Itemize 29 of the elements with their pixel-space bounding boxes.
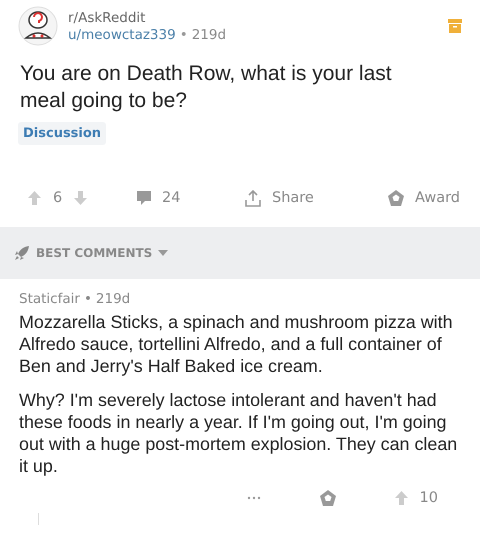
comments-button[interactable]: 24 <box>136 190 244 206</box>
subreddit-link[interactable]: r/AskReddit <box>68 10 438 26</box>
separator-dot: • <box>84 291 92 307</box>
upvote-icon[interactable] <box>394 491 408 505</box>
post-age: 219d <box>192 26 226 42</box>
caret-icon <box>158 250 168 256</box>
share-button[interactable]: Share <box>244 189 352 207</box>
comment-score: 10 <box>420 490 438 506</box>
rocket-icon <box>14 245 30 261</box>
award-icon[interactable] <box>318 489 337 507</box>
comment-author[interactable]: Staticfair <box>19 291 80 307</box>
archive-icon[interactable] <box>448 19 462 33</box>
comment-text: Mozzarella Sticks, a spinach and mushroom pizza with Alfredo sauce, tortellini Alfredo, and a full container of Ben and Jerry's Half Baked ice cream. <box>19 311 454 377</box>
speech-bubble-icon <box>136 190 152 206</box>
post-title: You are on Death Row, what is your last meal going to be? <box>20 61 393 114</box>
subreddit-avatar-icon <box>18 6 58 46</box>
award-button[interactable]: Award <box>352 189 460 207</box>
more-icon[interactable] <box>246 496 261 500</box>
sort-dropdown[interactable]: BEST COMMENTS <box>14 245 168 261</box>
comment-age: 219d <box>96 291 130 307</box>
downvote-icon[interactable] <box>74 191 88 205</box>
share-icon <box>244 189 262 207</box>
username-link[interactable]: u/meowctaz339 <box>68 26 176 42</box>
comment-text: Why? I'm severely lactose intolerant and haven't had these foods in nearly a year. If I'm going out, I'm going out with a huge post-mortem explosion. They can clean it up. <box>19 389 458 477</box>
post-flair: Discussion <box>18 122 106 145</box>
vote-count: 6 <box>53 190 62 206</box>
award-icon <box>387 189 405 207</box>
upvote-icon[interactable] <box>28 191 41 205</box>
separator-dot: • <box>180 26 188 42</box>
